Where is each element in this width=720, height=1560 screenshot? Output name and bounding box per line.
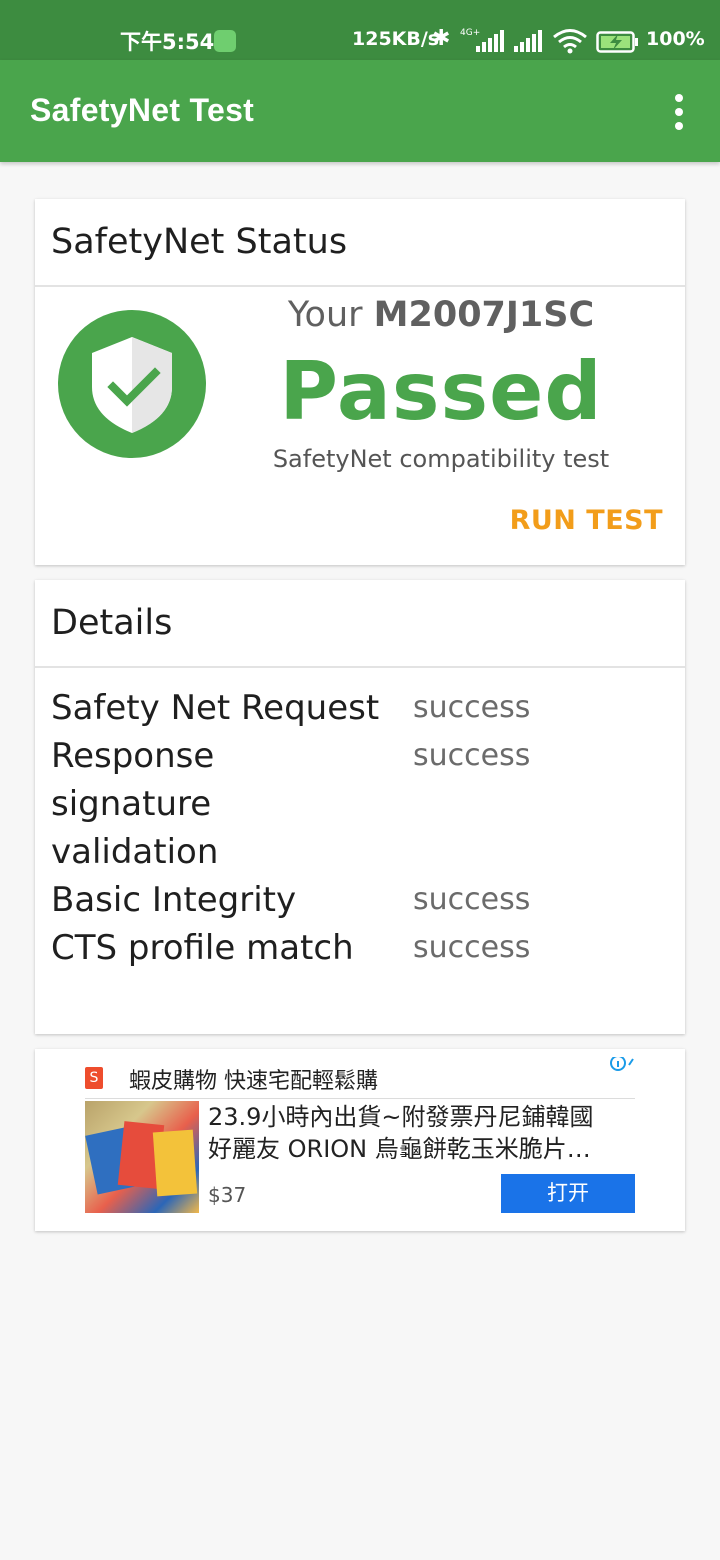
test-result: Passed [279, 345, 603, 438]
detail-value: success [413, 930, 531, 965]
detail-label: Response signature validation [51, 736, 219, 872]
wifi-icon [553, 29, 587, 54]
safetynet-status-card: SafetyNet Status Your M2007J1SC Passed S… [35, 199, 685, 565]
network-speed: 125KB/s [352, 28, 440, 50]
cell-signal-icon: 4G+ [460, 28, 504, 52]
app-bar: SafetyNet Test [0, 60, 720, 162]
battery-charging-icon [596, 31, 638, 53]
detail-row: Safety Net Request success [51, 684, 671, 732]
detail-label: Basic Integrity [51, 880, 297, 920]
status-bar: 下午5:54 125KB/s ✱ 4G+ 100% [0, 0, 720, 60]
ad-brand: 蝦皮購物 快速宅配輕鬆購 [129, 1069, 378, 1094]
ad-price: $37 [208, 1183, 247, 1207]
battery-percent: 100% [646, 28, 705, 50]
shield-check-icon [58, 310, 206, 458]
detail-row: Response signature validation success [51, 732, 671, 876]
details-card: Details Safety Net Request success Respo… [35, 580, 685, 1034]
detail-label: CTS profile match [51, 928, 354, 968]
device-line: Your M2007J1SC [249, 295, 633, 335]
network-type: 4G+ [460, 28, 480, 38]
status-time: 下午5:54 [120, 30, 215, 54]
shopee-logo-icon: S [85, 1067, 103, 1089]
ad-open-button[interactable]: 打开 [501, 1174, 635, 1213]
ad-header: S 蝦皮購物 快速宅配輕鬆購 [85, 1057, 635, 1099]
run-test-button[interactable]: RUN TEST [510, 505, 663, 536]
status-card-header: SafetyNet Status [35, 199, 685, 287]
detail-row: Basic Integrity success [51, 876, 671, 924]
bluetooth-icon: ✱ [432, 26, 451, 51]
detail-label: Safety Net Request [51, 688, 380, 728]
detail-row: CTS profile match success [51, 924, 671, 972]
cell-signal-icon [514, 30, 542, 52]
device-model: M2007J1SC [373, 295, 595, 335]
detail-value: success [413, 738, 531, 773]
app-title: SafetyNet Test [30, 92, 255, 128]
detail-value: success [413, 882, 531, 917]
your-prefix: Your [287, 295, 363, 335]
app-notification-icon [214, 30, 236, 52]
overflow-menu-icon[interactable] [664, 94, 694, 130]
ad-card[interactable]: S 蝦皮購物 快速宅配輕鬆購 23.9小時內出貨~附發票丹尼鋪韓國好麗友 ORI… [35, 1049, 685, 1231]
details-list: Safety Net Request success Response sign… [51, 684, 671, 972]
detail-value: success [413, 690, 531, 725]
ad-title[interactable]: 23.9小時內出貨~附發票丹尼鋪韓國好麗友 ORION 烏龜餅乾玉米脆片… [208, 1101, 608, 1165]
ad-product-image[interactable] [85, 1101, 199, 1213]
test-subtitle: SafetyNet compatibility test [272, 445, 610, 473]
details-card-header: Details [35, 580, 685, 668]
ad-info-icon[interactable] [609, 1057, 635, 1075]
